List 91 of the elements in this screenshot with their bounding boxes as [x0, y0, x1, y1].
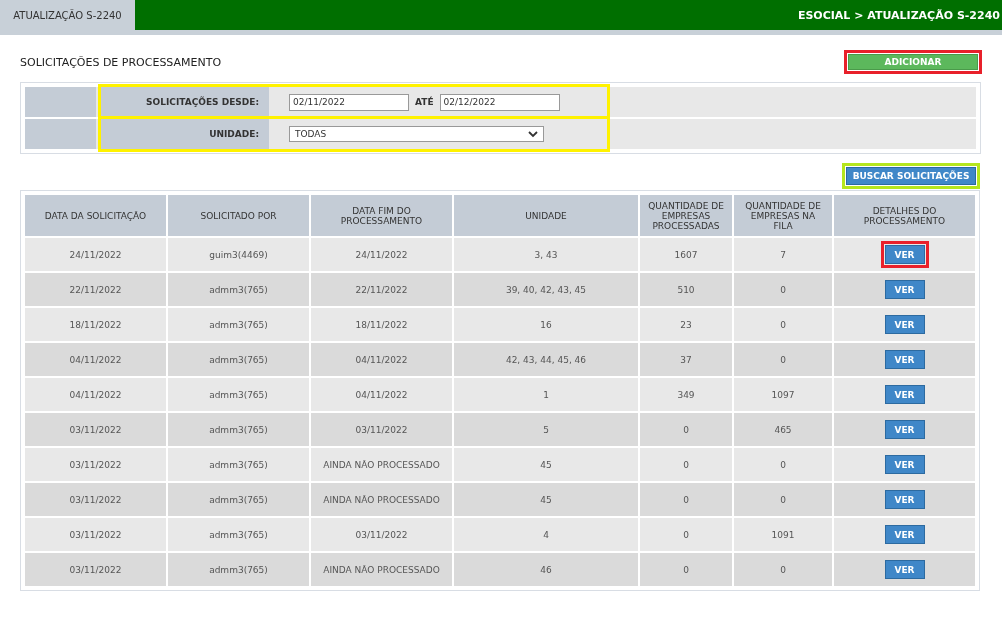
- module-tab[interactable]: ATUALIZAÇÃO S-2240: [0, 0, 135, 30]
- table-cell: 510: [640, 273, 732, 306]
- table-cell: 46: [454, 553, 638, 586]
- table-cell: 23: [640, 308, 732, 341]
- table-cell: 24/11/2022: [25, 238, 166, 271]
- table-cell: 0: [734, 553, 832, 586]
- view-button[interactable]: VER: [884, 315, 925, 334]
- table-cell: AINDA NÃO PROCESSADO: [311, 483, 452, 516]
- table-cell: 42, 43, 44, 45, 46: [454, 343, 638, 376]
- column-header: DETALHES DO PROCESSAMENTO: [834, 195, 975, 236]
- table-cell: admm3(765): [168, 378, 309, 411]
- table-cell: 03/11/2022: [25, 518, 166, 551]
- table-cell: 04/11/2022: [25, 343, 166, 376]
- filter-label: UNIDADE:: [101, 119, 269, 149]
- table-cell: 37: [640, 343, 732, 376]
- date-to-field[interactable]: 02/12/2022: [439, 93, 560, 111]
- table-cell: admm3(765): [168, 308, 309, 341]
- table-cell: 03/11/2022: [311, 518, 452, 551]
- until-label: ATÉ: [415, 97, 434, 107]
- table-cell: admm3(765): [168, 483, 309, 516]
- add-button[interactable]: ADICIONAR: [848, 54, 978, 70]
- table-cell: 0: [640, 553, 732, 586]
- table-cell: admm3(765): [168, 448, 309, 481]
- table-cell: 1097: [734, 378, 832, 411]
- view-button[interactable]: VER: [884, 455, 925, 474]
- table-cell: 465: [734, 413, 832, 446]
- table-cell: 18/11/2022: [25, 308, 166, 341]
- table-cell: 39, 40, 42, 43, 45: [454, 273, 638, 306]
- view-button[interactable]: VER: [884, 350, 925, 369]
- table-cell: AINDA NÃO PROCESSADO: [311, 553, 452, 586]
- table-cell: 45: [454, 483, 638, 516]
- table-cell: admm3(765): [168, 553, 309, 586]
- table-cell: 03/11/2022: [25, 448, 166, 481]
- table-cell: 3, 43: [454, 238, 638, 271]
- view-button[interactable]: VER: [884, 490, 925, 509]
- table-cell: 04/11/2022: [311, 343, 452, 376]
- table-cell: 0: [640, 483, 732, 516]
- table-cell: 1607: [640, 238, 732, 271]
- table-cell: 7: [734, 238, 832, 271]
- breadcrumb: ESOCIAL > ATUALIZAÇÃO S-2240: [797, 8, 1001, 22]
- table-cell: admm3(765): [168, 413, 309, 446]
- column-header: QUANTIDADE DE EMPRESAS NA FILA: [734, 195, 832, 236]
- column-header: DATA FIM DO PROCESSAMENTO: [311, 195, 452, 236]
- view-button[interactable]: VER: [884, 385, 925, 404]
- table-cell: 04/11/2022: [25, 378, 166, 411]
- table-cell: 0: [734, 308, 832, 341]
- table-cell: 22/11/2022: [25, 273, 166, 306]
- table-cell: 22/11/2022: [311, 273, 452, 306]
- chevron-down-icon: [528, 130, 538, 138]
- table-cell: admm3(765): [168, 518, 309, 551]
- search-button[interactable]: BUSCAR SOLICITAÇÕES: [846, 167, 976, 185]
- table-cell: 03/11/2022: [25, 413, 166, 446]
- row-header-cell: [25, 87, 96, 117]
- table-cell: 03/11/2022: [311, 413, 452, 446]
- view-button[interactable]: VER: [884, 280, 925, 299]
- table-cell: 03/11/2022: [25, 483, 166, 516]
- table-cell: 18/11/2022: [311, 308, 452, 341]
- view-button[interactable]: VER: [884, 525, 925, 544]
- column-header: SOLICITADO POR: [168, 195, 309, 236]
- table-cell: 24/11/2022: [311, 238, 452, 271]
- unit-select[interactable]: TODAS: [289, 126, 544, 142]
- table-cell: admm3(765): [168, 343, 309, 376]
- row-header-cell: [25, 119, 96, 149]
- column-header: UNIDADE: [454, 195, 638, 236]
- date-from-field[interactable]: 02/11/2022: [289, 93, 409, 111]
- table-cell: 5: [454, 413, 638, 446]
- table-cell: AINDA NÃO PROCESSADO: [311, 448, 452, 481]
- table-cell: 04/11/2022: [311, 378, 452, 411]
- table-cell: 0: [734, 448, 832, 481]
- view-button[interactable]: VER: [884, 560, 925, 579]
- page-title: SOLICITAÇÕES DE PROCESSAMENTO: [20, 55, 222, 69]
- table-cell: 1091: [734, 518, 832, 551]
- table-cell: admm3(765): [168, 273, 309, 306]
- table-cell: guim3(4469): [168, 238, 309, 271]
- table-cell: 0: [640, 413, 732, 446]
- table-cell: 0: [734, 273, 832, 306]
- table-cell: 0: [640, 518, 732, 551]
- filter-label: SOLICITAÇÕES DESDE:: [101, 87, 269, 117]
- table-cell: 4: [454, 518, 638, 551]
- table-cell: 0: [734, 483, 832, 516]
- table-cell: 03/11/2022: [25, 553, 166, 586]
- view-button[interactable]: VER: [884, 420, 925, 439]
- table-cell: 16: [454, 308, 638, 341]
- table-cell: 45: [454, 448, 638, 481]
- table-cell: 0: [734, 343, 832, 376]
- view-button[interactable]: VER: [884, 245, 925, 264]
- table-cell: 1: [454, 378, 638, 411]
- column-header: DATA DA SOLICITAÇÃO: [25, 195, 166, 236]
- column-header: QUANTIDADE DE EMPRESAS PROCESSADAS: [640, 195, 732, 236]
- table-cell: 349: [640, 378, 732, 411]
- table-cell: 0: [640, 448, 732, 481]
